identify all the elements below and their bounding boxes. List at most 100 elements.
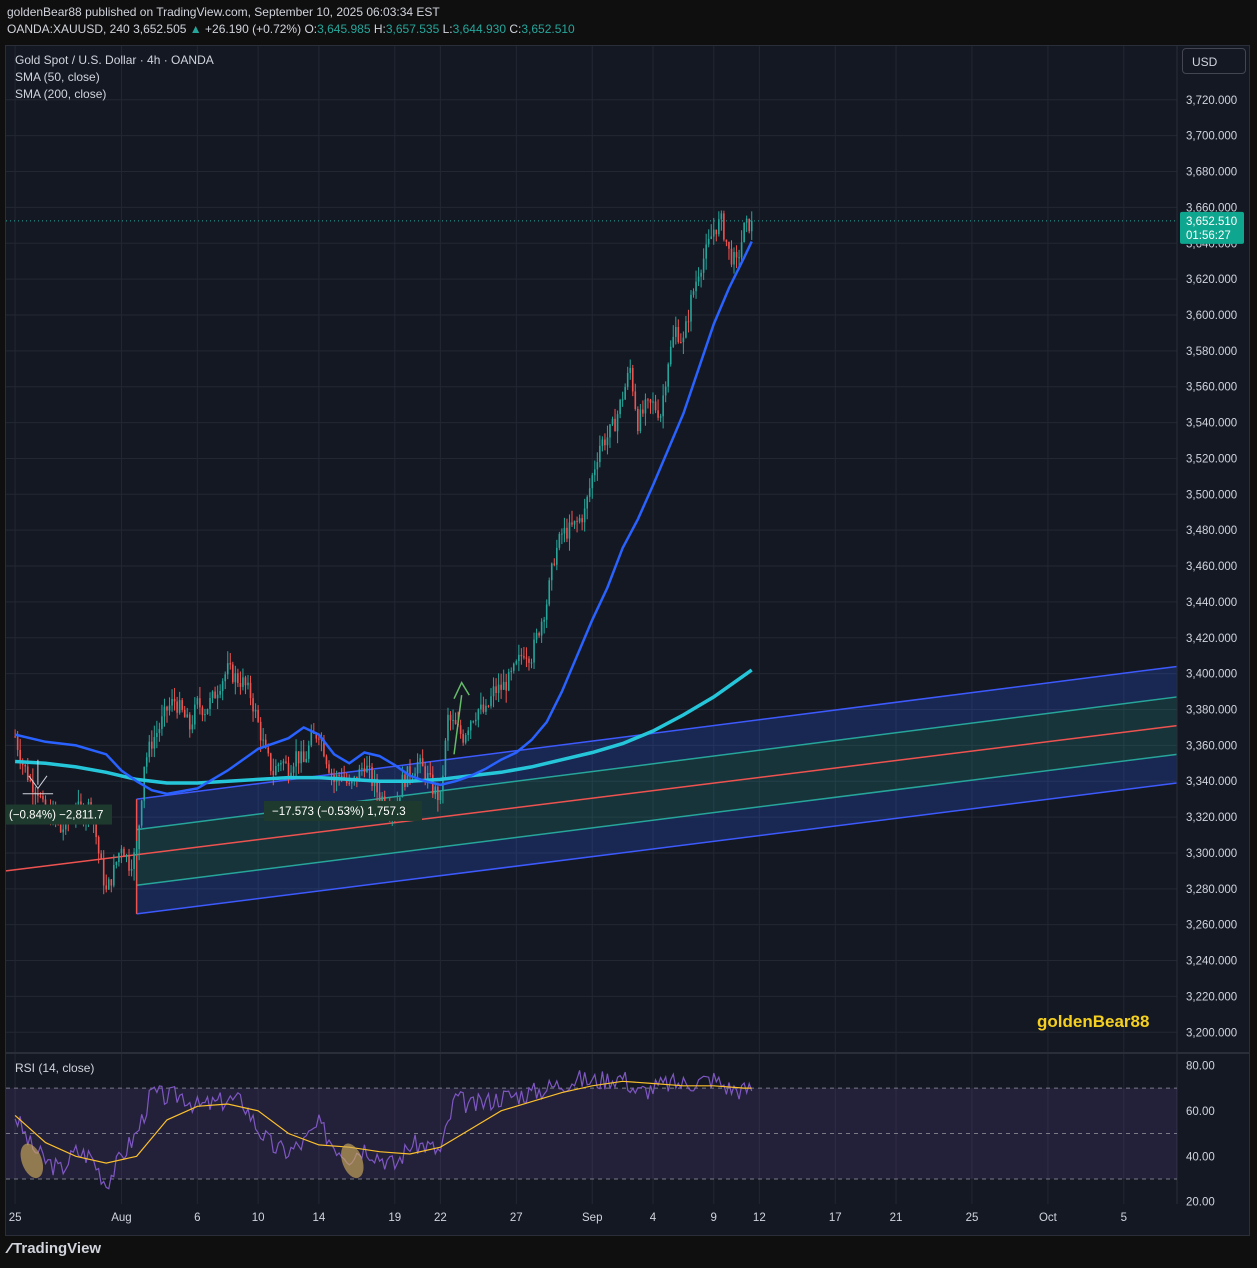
legend-sma50[interactable]: SMA (50, close) [15, 70, 100, 84]
candle-body [548, 580, 551, 605]
candle-body [591, 475, 594, 489]
candle-body [318, 738, 320, 740]
candle-body [535, 633, 538, 640]
time-tick-label: 5 [1121, 1212, 1127, 1224]
candle-body [538, 633, 540, 636]
rsi-tick-label: 60.00 [1186, 1106, 1215, 1118]
candle-body [229, 663, 232, 665]
candle-body [669, 346, 672, 365]
candle-body [145, 757, 148, 767]
candle-body [467, 730, 470, 736]
candle-body [275, 766, 277, 776]
candle-body [194, 704, 196, 725]
candle-body [723, 213, 725, 240]
candle-body [437, 786, 439, 801]
candle-body [586, 496, 588, 509]
price-tick-label: 3,320.000 [1186, 812, 1237, 824]
candle-body [166, 706, 168, 711]
legend-sma200[interactable]: SMA (200, close) [15, 87, 106, 101]
candle-body [282, 761, 285, 764]
candle-body [196, 698, 199, 705]
candle-body [657, 410, 659, 418]
candle-body [262, 739, 264, 741]
candle-body [110, 879, 113, 886]
candle-body [588, 488, 591, 497]
candle-body [381, 796, 383, 802]
legend-rsi[interactable]: RSI (14, close) [15, 1061, 94, 1075]
price-chart[interactable]: (−0.84%) −2,811.7 −17.573 (−0.53%) 1,757.… [0, 0, 1257, 1268]
candle-body [464, 735, 467, 743]
candle-body [439, 791, 442, 801]
candle-body [639, 409, 642, 432]
candle-body [176, 701, 178, 713]
moving-averages [14, 240, 753, 796]
candle-body [712, 229, 715, 237]
candle-body [748, 218, 751, 232]
candle-body [581, 518, 583, 523]
time-tick-label: 12 [753, 1212, 766, 1224]
candle-body [634, 391, 637, 410]
candle-body [576, 520, 578, 522]
candle-body [254, 709, 257, 712]
price-tick-label: 3,480.000 [1186, 525, 1237, 537]
time-tick-label: 9 [711, 1212, 717, 1224]
time-tick-label: 19 [388, 1212, 401, 1224]
candle-body [24, 764, 27, 767]
candle-body [475, 719, 477, 722]
candle-body [133, 852, 135, 869]
price-tick-label: 3,580.000 [1186, 346, 1237, 358]
price-tick-label: 3,440.000 [1186, 597, 1237, 609]
candle-body [743, 222, 745, 243]
candle-body [452, 719, 454, 721]
candle-body [325, 756, 328, 765]
candle-body [624, 386, 626, 400]
candle-body [244, 677, 247, 686]
currency-button[interactable]: USD [1182, 48, 1246, 74]
sma50-line [14, 240, 753, 796]
grid-lines [6, 46, 1177, 1204]
candle-body [502, 681, 505, 690]
candle-body [26, 766, 29, 780]
candle-body [477, 709, 480, 720]
candle-body [505, 681, 507, 691]
candle-body [153, 737, 156, 749]
candle-body [472, 721, 475, 723]
candle-body [447, 714, 449, 741]
candle-body [102, 858, 105, 886]
tradingview-logo[interactable]: ⁄⁄ TradingView [8, 1240, 101, 1257]
price-tick-label: 3,300.000 [1186, 848, 1237, 860]
candle-body [431, 774, 434, 795]
legend-title[interactable]: Gold Spot / U.S. Dollar · 4h · OANDA [15, 53, 214, 67]
rsi-tick-label: 20.00 [1186, 1197, 1215, 1209]
candle-body [158, 728, 161, 733]
tradingview-logo-text: TradingView [13, 1240, 102, 1257]
price-tick-label: 3,500.000 [1186, 489, 1237, 501]
candle-body [614, 418, 616, 432]
candle-body [561, 533, 563, 535]
mid-measure-label: −17.573 (−0.53%) 1,757.3 [272, 806, 406, 818]
candle-body [512, 663, 515, 671]
candle-body [201, 707, 204, 716]
candle-body [287, 762, 290, 778]
candle-body [242, 677, 244, 687]
candle-body [249, 682, 252, 699]
candle-body [573, 520, 576, 525]
candle-body [14, 736, 16, 738]
price-tick-label: 3,560.000 [1186, 382, 1237, 394]
candle-body [421, 758, 424, 767]
candle-body [297, 751, 300, 764]
time-tick-label: Oct [1039, 1212, 1058, 1224]
candle-body [302, 751, 305, 763]
time-axis: 25 Aug 6 10 14 19 22 27 Sep 4 9 12 17 21 25 Oct 5 [9, 1212, 1127, 1224]
candle-body [62, 829, 65, 833]
time-tick-label: 21 [890, 1212, 903, 1224]
candle-body [520, 654, 523, 657]
candle-body [310, 731, 313, 746]
candle-body [105, 885, 108, 890]
candle-body [518, 654, 520, 662]
candle-body [593, 469, 596, 476]
candle-body [151, 741, 153, 749]
candle-body [211, 691, 214, 698]
candle-body [419, 758, 421, 763]
candle-body [644, 399, 647, 414]
